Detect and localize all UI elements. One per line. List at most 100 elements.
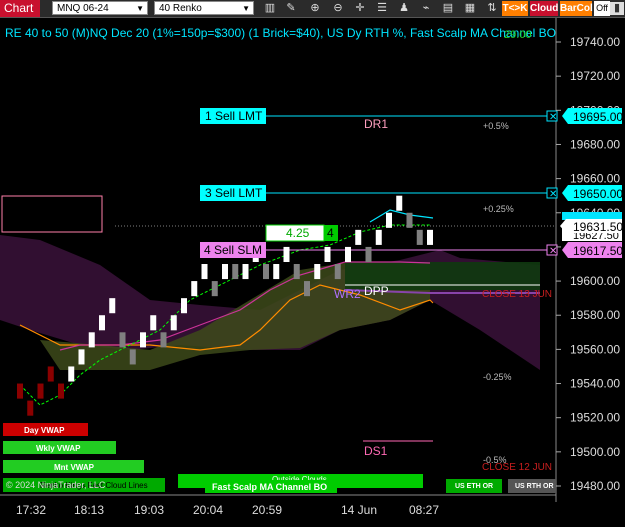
renko-brick-down	[58, 383, 64, 399]
renko-brick-down	[211, 281, 218, 297]
tk-toggle-button[interactable]: T<>K	[502, 1, 528, 16]
last-price: 19631.50	[573, 220, 623, 234]
time-tick-label: 19:03	[134, 503, 164, 517]
renko-brick-up	[375, 229, 382, 245]
off-toggle-button[interactable]: Off	[594, 1, 610, 16]
cancel-order-3-button[interactable]: ✕	[546, 187, 558, 200]
renko-brick-up	[150, 315, 157, 331]
renko-brick-up	[427, 229, 433, 245]
renko-brick-up	[273, 264, 280, 280]
renko-brick-up	[99, 315, 105, 331]
ds1-label: DS1	[364, 444, 388, 458]
svg-text:✕: ✕	[549, 189, 557, 200]
chart-menu-button[interactable]: Chart	[0, 0, 40, 17]
time-tick-label: 14 Jun	[341, 503, 377, 517]
renko-brick-down	[365, 246, 372, 262]
us-rth-or-label: US RTH OR	[515, 483, 554, 490]
price-tick-label: 19480.00	[570, 479, 620, 493]
order-3-price: 19650.00	[573, 187, 623, 201]
time-tick-label: 18:13	[74, 503, 104, 517]
zoom-in-icon[interactable]: ⊕	[307, 1, 323, 16]
svg-text:✕: ✕	[549, 246, 557, 257]
order-4-price-flag: 19617.50	[562, 242, 623, 258]
strategies-icon[interactable]: ♟	[396, 1, 412, 16]
renko-brick-down	[232, 264, 239, 280]
indicator-clouds	[0, 195, 540, 370]
last-price-flag: 19631.50	[560, 212, 623, 234]
renko-brick-down	[119, 332, 126, 348]
bar-type-selector[interactable]: 40 Renko ▼	[154, 1, 254, 15]
renko-brick-up	[314, 264, 321, 280]
chart-trader-icon[interactable]: ⇅	[484, 1, 500, 16]
order-label-4[interactable]: 4 Sell SLM	[200, 242, 266, 258]
price-tick-label: 19660.00	[570, 172, 620, 186]
renko-brick-up	[140, 332, 146, 348]
bar-type-value: 40 Renko	[159, 3, 202, 14]
renko-brick-down	[17, 383, 23, 399]
close-label-13-jun: CLOSE 13 JUN	[482, 289, 552, 300]
day-vwap-label: Day VWAP	[24, 426, 65, 435]
crosshair-icon[interactable]: ✛	[352, 1, 368, 16]
renko-brick-up	[181, 298, 187, 314]
price-tick-label: 19580.00	[570, 308, 620, 322]
us-eth-or-button[interactable]: US ETH OR	[446, 479, 502, 493]
pct-label-plus-05: +0.5%	[483, 121, 509, 131]
mnt-vwap-button[interactable]: Mnt VWAP	[3, 460, 144, 473]
cancel-order-4-button[interactable]: ✕	[546, 244, 558, 257]
barcol-toggle-button[interactable]: BarCol	[560, 1, 593, 16]
chevron-down-icon: ▼	[242, 4, 250, 13]
position-box[interactable]: 4.25 4	[265, 224, 338, 242]
price-axis[interactable]	[556, 18, 625, 502]
order-label-1[interactable]: 1 Sell LMT	[200, 108, 266, 124]
position-qty: 4	[327, 226, 334, 240]
renko-brick-down	[416, 229, 423, 245]
dr1-label: DR1	[364, 117, 388, 131]
price-tick-label: 19520.00	[570, 411, 620, 425]
drawing-tools-icon[interactable]: ✎	[283, 1, 299, 16]
dpp-label: DPP	[364, 284, 389, 298]
chart-canvas[interactable]: 1 Sell LMT 3 Sell LMT 4 Sell SLM 4.25 4 …	[0, 18, 625, 522]
close-label-12-jun: CLOSE 12 JUN	[482, 462, 552, 473]
us-eth-or-label: US ETH OR	[455, 483, 493, 490]
renko-brick-up	[222, 264, 228, 280]
us-rth-or-button[interactable]: US RTH OR	[508, 479, 556, 493]
renko-brick-up	[170, 315, 177, 331]
order-label-3[interactable]: 3 Sell LMT	[200, 185, 266, 201]
day-vwap-button[interactable]: Day VWAP	[3, 423, 88, 436]
chevron-down-icon: ▼	[136, 4, 144, 13]
renko-brick-up	[109, 298, 116, 314]
chart-panel[interactable]: 1 Sell LMT 3 Sell LMT 4 Sell SLM 4.25 4 …	[0, 18, 625, 522]
renko-brick-up	[345, 246, 351, 262]
properties-icon[interactable]: ☰	[374, 1, 390, 16]
zoom-out-icon[interactable]: ⊖	[330, 1, 346, 16]
order-1-label-text: 1 Sell LMT	[205, 109, 263, 123]
chart-info-text: RE 40 to 50 (M)NQ Dec 20 (1%=150p=$300) …	[5, 26, 556, 40]
toggle-switch-icon[interactable]: ▮	[610, 2, 624, 15]
position-pnl: 4.25	[286, 226, 310, 240]
time-tick-label: 08:27	[409, 503, 439, 517]
toolbar: Chart MNQ 06-24 ▼ 40 Renko ▼ ▥ ✎ ⊕ ⊖ ✛ ☰ ♟…	[0, 0, 625, 18]
price-tick-label: 19540.00	[570, 377, 620, 391]
renko-brick-down	[293, 264, 300, 280]
renko-brick-down	[47, 366, 54, 382]
cloud-toggle-button[interactable]: Cloud	[530, 1, 558, 16]
renko-brick-down	[334, 264, 341, 280]
templates-icon[interactable]: ▤	[440, 1, 456, 16]
order-4-price: 19617.50	[573, 244, 623, 258]
instrument-selector[interactable]: MNQ 06-24 ▼	[52, 1, 148, 15]
indicators-icon[interactable]: ⌁	[418, 1, 434, 16]
price-tick-label: 19600.00	[570, 274, 620, 288]
renko-brick-up	[191, 281, 198, 297]
price-tick-label: 19500.00	[570, 445, 620, 459]
wkly-vwap-button[interactable]: Wkly VWAP	[3, 441, 116, 454]
renko-brick-down	[129, 349, 136, 365]
bar-style-icon[interactable]: ▥	[262, 1, 278, 16]
pct-label-minus-025: -0.25%	[483, 372, 512, 382]
renko-brick-down	[304, 281, 310, 297]
order-4-label-text: 4 Sell SLM	[204, 243, 262, 257]
cancel-order-1-button[interactable]: ✕	[546, 110, 558, 123]
fast-scalp-ma-channel-bo-button[interactable]: Fast Scalp MA Channel BO	[205, 480, 337, 493]
price-tick-label: 19560.00	[570, 342, 620, 356]
data-box-icon[interactable]: ▦	[462, 1, 478, 16]
fast-scalp-label: Fast Scalp MA Channel BO	[212, 482, 327, 492]
